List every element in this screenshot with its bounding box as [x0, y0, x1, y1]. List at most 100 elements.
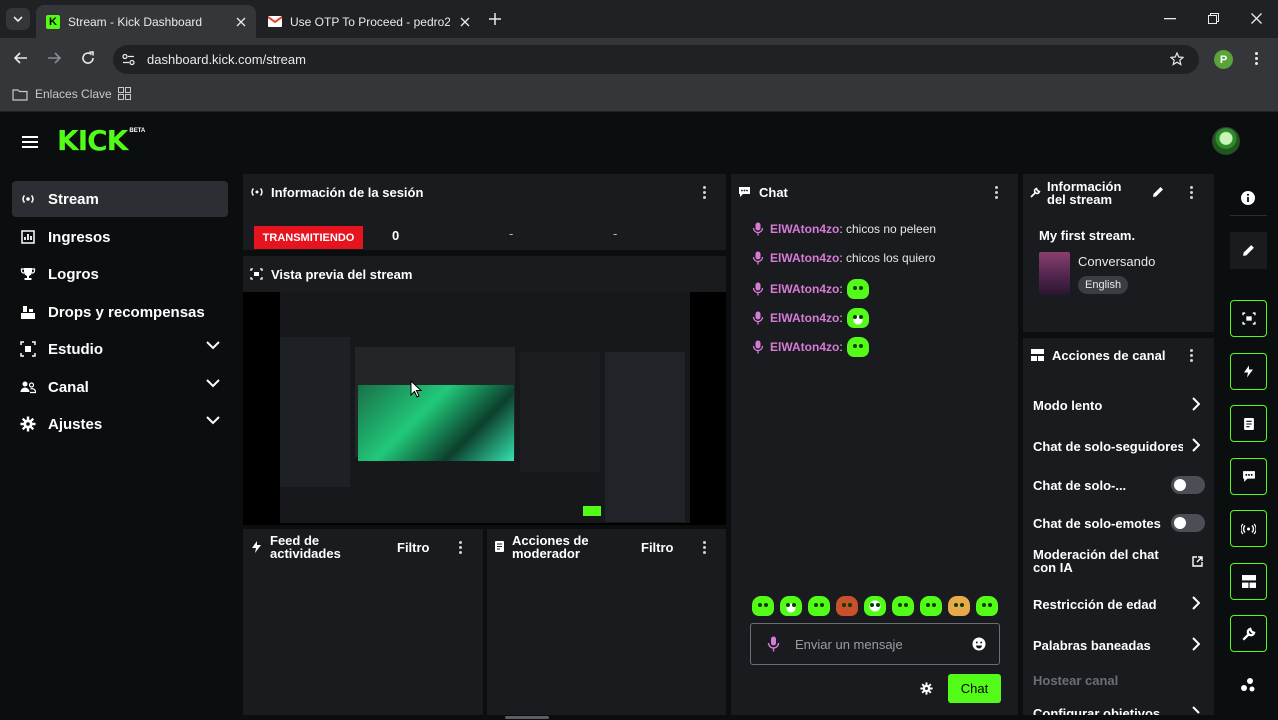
action-goals[interactable]: Configurar objetivos [1033, 706, 1160, 715]
stream-info-menu-icon[interactable] [1190, 186, 1194, 201]
gear-icon [20, 416, 36, 432]
action-slow-mode[interactable]: Modo lento [1033, 398, 1205, 413]
sidebar-item-stream[interactable]: Stream [12, 181, 228, 217]
chat-message: ElWAton4zo: [752, 335, 869, 359]
pencil-edit-icon[interactable] [1152, 186, 1164, 198]
user-avatar[interactable] [1212, 127, 1240, 155]
emote-icon[interactable] [846, 337, 869, 357]
chevron-right-icon[interactable] [1192, 397, 1200, 411]
chat-username[interactable]: ElWAton4zo [770, 340, 839, 354]
profile-initial: P [1219, 53, 1228, 66]
restore-icon[interactable] [1208, 13, 1219, 24]
channel-actions-menu-icon[interactable] [1190, 349, 1194, 364]
session-menu-icon[interactable] [703, 186, 707, 201]
gmail-icon [268, 16, 282, 27]
rail-preview-button[interactable] [1230, 300, 1267, 337]
back-arrow-icon[interactable] [14, 52, 28, 64]
hamburger-menu-icon[interactable] [22, 136, 38, 148]
tab-gmail[interactable]: Use OTP To Proceed - pedro201 [258, 5, 480, 38]
tab-search-button[interactable] [6, 8, 30, 30]
emote-icon[interactable] [752, 596, 774, 616]
emote-icon[interactable] [948, 596, 970, 616]
activity-menu-icon[interactable] [459, 541, 463, 556]
action-age-restriction[interactable]: Restricción de edad [1033, 597, 1157, 612]
tab-kick-dashboard[interactable]: K Stream - Kick Dashboard [36, 5, 256, 38]
moderator-menu-icon[interactable] [703, 541, 707, 556]
sidebar-item-estudio[interactable]: Estudio [12, 331, 228, 367]
sidebar-item-canal[interactable]: Canal [12, 369, 228, 405]
activity-feed-title: Feed de actividades [270, 534, 341, 560]
emote-icon[interactable] [976, 596, 998, 616]
external-link-icon[interactable] [1192, 556, 1203, 567]
bookmark-enlaces-clave[interactable]: Enlaces Clave [35, 87, 112, 101]
chat-input-box[interactable] [750, 623, 1000, 665]
preview-send-btn [583, 506, 601, 516]
rail-stream-info-button[interactable] [1230, 615, 1267, 652]
more-panels-icon[interactable] [1240, 677, 1256, 693]
stream-preview-video[interactable] [243, 292, 726, 525]
live-status-text: TRANSMITIENDO [262, 231, 355, 244]
mic-badge-icon [752, 222, 764, 236]
chat-send-button[interactable]: Chat [948, 674, 1001, 703]
edit-panel-button[interactable] [1230, 232, 1267, 269]
chat-username[interactable]: ElWAton4zo [770, 251, 839, 265]
rail-chat-button[interactable] [1230, 458, 1267, 495]
new-tab-icon[interactable] [489, 13, 501, 25]
emote-icon[interactable] [864, 596, 886, 616]
emote-icon[interactable] [836, 596, 858, 616]
sidebar-item-ingresos[interactable]: Ingresos [12, 219, 228, 255]
chevron-right-icon[interactable] [1192, 438, 1200, 452]
apps-grid-icon[interactable] [118, 87, 131, 100]
sidebar-item-logros[interactable]: Logros [12, 256, 228, 292]
bookmarks-bar: Enlaces Clave [0, 80, 1278, 112]
scroll-indicator[interactable] [505, 716, 549, 719]
emotes-only-toggle[interactable] [1171, 514, 1205, 532]
sidebar-item-label: Ajustes [48, 415, 103, 433]
chat-username[interactable]: ElWAton4zo [770, 222, 839, 236]
kick-favicon-icon: K [46, 14, 60, 29]
forward-arrow-icon[interactable] [47, 52, 61, 64]
reload-icon[interactable] [81, 51, 95, 65]
sidebar-item-drops[interactable]: Drops y recompensas [12, 294, 228, 330]
bookmark-star-icon[interactable] [1170, 52, 1184, 66]
emote-icon[interactable] [892, 596, 914, 616]
chat-username[interactable]: ElWAton4zo [770, 311, 839, 325]
close-icon[interactable] [460, 17, 470, 27]
kick-logo[interactable]: KICK BETA [57, 126, 145, 158]
emote-icon[interactable] [780, 596, 802, 616]
info-icon[interactable] [1241, 191, 1255, 205]
address-bar[interactable]: dashboard.kick.com/stream [113, 45, 1199, 74]
activity-filter-button[interactable]: Filtro [397, 540, 430, 555]
emote-icon[interactable] [846, 279, 869, 299]
rail-mod-actions-button[interactable] [1230, 405, 1267, 442]
action-banned-words[interactable]: Palabras baneadas [1033, 638, 1151, 653]
rail-channel-actions-button[interactable] [1230, 563, 1267, 600]
chat-username[interactable]: ElWAton4zo [770, 282, 839, 296]
moderator-filter-button[interactable]: Filtro [641, 540, 674, 555]
chat-message-input[interactable] [795, 634, 955, 654]
minimize-icon[interactable] [1164, 18, 1176, 20]
stream-category[interactable]: Conversando [1078, 254, 1155, 269]
emote-icon[interactable] [920, 596, 942, 616]
chat-menu-icon[interactable] [995, 186, 999, 201]
sidebar-item-label: Canal [48, 378, 89, 396]
emote-icon[interactable] [846, 308, 869, 328]
profile-avatar[interactable]: P [1214, 50, 1233, 69]
emoji-picker-icon[interactable] [972, 637, 986, 651]
chevron-right-icon[interactable] [1192, 637, 1200, 651]
action-ai-moderation[interactable]: Moderación del chat con IA [1033, 548, 1159, 574]
sidebar-item-label: Stream [48, 190, 99, 208]
chat-settings-gear-icon[interactable] [920, 682, 933, 695]
sidebar-item-ajustes[interactable]: Ajustes [12, 406, 228, 442]
rail-activity-button[interactable] [1230, 353, 1267, 390]
chevron-right-icon[interactable] [1192, 706, 1200, 715]
site-settings-icon[interactable] [122, 53, 135, 66]
rail-session-button[interactable] [1230, 510, 1267, 547]
subscribers-only-toggle[interactable] [1171, 476, 1205, 494]
close-icon[interactable] [236, 17, 246, 27]
emote-icon[interactable] [808, 596, 830, 616]
close-window-icon[interactable] [1251, 13, 1262, 24]
browser-menu-icon[interactable] [1255, 52, 1259, 65]
action-followers-only[interactable]: Chat de solo-seguidores [1033, 439, 1183, 454]
chevron-right-icon[interactable] [1192, 596, 1200, 610]
